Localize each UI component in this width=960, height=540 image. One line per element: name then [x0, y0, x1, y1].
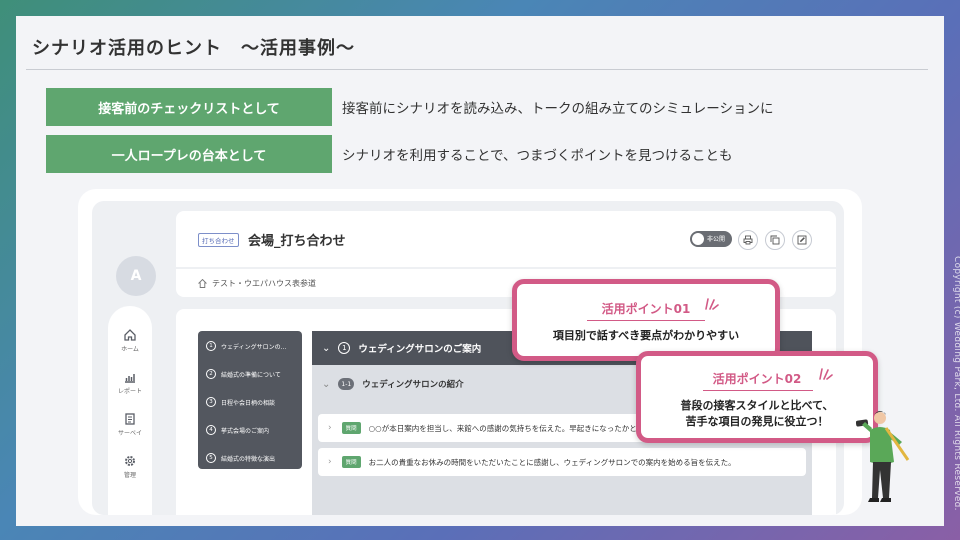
home-icon: [124, 329, 136, 341]
chevron-right-icon: ›: [328, 457, 332, 467]
scenario-header: 打ち合わせ 会場_打ち合わせ 非公開: [176, 211, 836, 267]
print-icon: [743, 235, 753, 245]
toc-number: 1: [206, 341, 216, 351]
toc-label: 日程や会日柄の相談: [221, 399, 276, 407]
scenario-title: 会場_打ち合わせ: [248, 234, 346, 249]
callout-text-block: 普段の接客スタイルと比べて、 苦手な項目の発見に役立つ！: [641, 398, 873, 430]
table-of-contents: 1 ウェディングサロンの... 2 結婚式の準備について 3 日程や会日柄の相談…: [198, 331, 302, 469]
toc-number: 3: [206, 397, 216, 407]
item-text: ○○が本日案内を担当し、来館への感謝の気持ちを伝えた。早起きになったかと: [368, 423, 637, 433]
callout-title: 活用ポイント02: [712, 372, 802, 386]
toc-label: 挙式会場のご案内: [221, 427, 270, 435]
nav-label: 管理: [123, 472, 136, 479]
edit-button[interactable]: [792, 230, 812, 250]
nav-label: ホーム: [121, 346, 139, 353]
toc-label: ウェディングサロンの...: [221, 343, 287, 351]
copyright-notice: Copyright (c) Wedding Park, Ltd. All Rig…: [952, 256, 960, 511]
item-badge: 質問: [341, 456, 361, 468]
toc-item[interactable]: 4 挙式会場のご案内: [206, 425, 298, 435]
chevron-right-icon: ›: [328, 423, 332, 433]
toc-label: 結婚式の準備について: [221, 371, 281, 379]
toggle-knob: [692, 233, 704, 245]
toc-item[interactable]: 3 日程や会日柄の相談: [206, 397, 298, 407]
gear-icon: [125, 456, 135, 466]
item-badge: 質問: [341, 422, 361, 434]
chevron-down-icon: ⌄: [322, 342, 331, 354]
hint-text: シナリオを利用することで、つまづくポイントを見つけることも: [342, 148, 733, 164]
visibility-toggle[interactable]: 非公開: [690, 231, 732, 247]
callout-line: 普段の接客スタイルと比べて、: [680, 399, 834, 412]
section-number: 1: [338, 342, 351, 354]
toggle-label: 非公開: [707, 236, 726, 243]
category-tag: 打ち合わせ: [198, 233, 239, 247]
sparkle-icon: [819, 368, 833, 380]
hint-row: 一人ロープレの台本として シナリオを利用することで、つまづくポイントを見つけるこ…: [46, 135, 733, 173]
nav-item-admin[interactable]: 管理: [108, 454, 152, 479]
nav-item-home[interactable]: ホーム: [108, 328, 152, 353]
nav-item-report[interactable]: レポート: [108, 370, 152, 395]
survey-icon: [125, 413, 135, 425]
callout-line: 苦手な項目の発見に役立つ！: [685, 414, 829, 428]
list-item[interactable]: › 質問 お二人の貴重なお休みの時間をいただいたことに感謝し、ウェディングサロン…: [318, 448, 806, 476]
hint-text: 接客前にシナリオを読み込み、トークの組み立てのシミュレーションに: [342, 101, 774, 117]
store-icon: [198, 279, 207, 288]
report-icon: [125, 374, 135, 383]
nav-label: レポート: [117, 388, 142, 395]
callout-underline: [587, 320, 705, 321]
toc-number: 4: [206, 425, 216, 435]
subsection-title: ウェディングサロンの紹介: [362, 380, 464, 390]
callout-underline: [703, 390, 813, 391]
section-title: ウェディングサロンのご案内: [358, 344, 482, 355]
toc-item[interactable]: 1 ウェディングサロンの...: [206, 341, 298, 351]
copy-button[interactable]: [765, 230, 785, 250]
toc-item[interactable]: 5 結婚式の特徴な演出: [206, 453, 298, 463]
hint-label: 一人ロープレの台本として: [46, 135, 332, 173]
toc-number: 5: [206, 453, 216, 463]
item-text: お二人の貴重なお休みの時間をいただいたことに感謝し、ウェディングサロンでの案内を…: [368, 457, 736, 467]
page-title: シナリオ活用のヒント ～活用事例～: [32, 38, 355, 59]
copy-icon: [770, 235, 780, 245]
avatar[interactable]: A: [116, 256, 156, 296]
callout-text: 項目別で話すべき要点がわかりやすい: [552, 329, 740, 342]
callout-point-02: 活用ポイント02 普段の接客スタイルと比べて、 苦手な項目の発見に役立つ！: [636, 351, 878, 443]
person-with-telescope-illustration: [856, 411, 910, 502]
edit-icon: [797, 235, 807, 245]
chevron-down-icon: ⌄: [322, 378, 331, 390]
store-name: テスト・ウエパハウス表参道: [212, 279, 316, 288]
title-divider: [26, 69, 928, 70]
callout-title: 活用ポイント01: [601, 302, 691, 316]
subsection-number: 1-1: [338, 378, 355, 390]
hint-label: 接客前のチェックリストとして: [46, 88, 332, 126]
toc-label: 結婚式の特徴な演出: [221, 455, 276, 463]
nav-label: サーベイ: [117, 430, 142, 437]
side-nav: ホーム レポート サーベイ 管理: [108, 306, 152, 515]
toc-item[interactable]: 2 結婚式の準備について: [206, 369, 298, 379]
nav-item-survey[interactable]: サーベイ: [108, 412, 152, 437]
print-button[interactable]: [738, 230, 758, 250]
toc-number: 2: [206, 369, 216, 379]
sparkle-icon: [705, 298, 719, 310]
callout-point-01: 活用ポイント01 項目別で話すべき要点がわかりやすい: [512, 279, 780, 361]
hint-row: 接客前のチェックリストとして 接客前にシナリオを読み込み、トークの組み立てのシミ…: [46, 88, 773, 126]
